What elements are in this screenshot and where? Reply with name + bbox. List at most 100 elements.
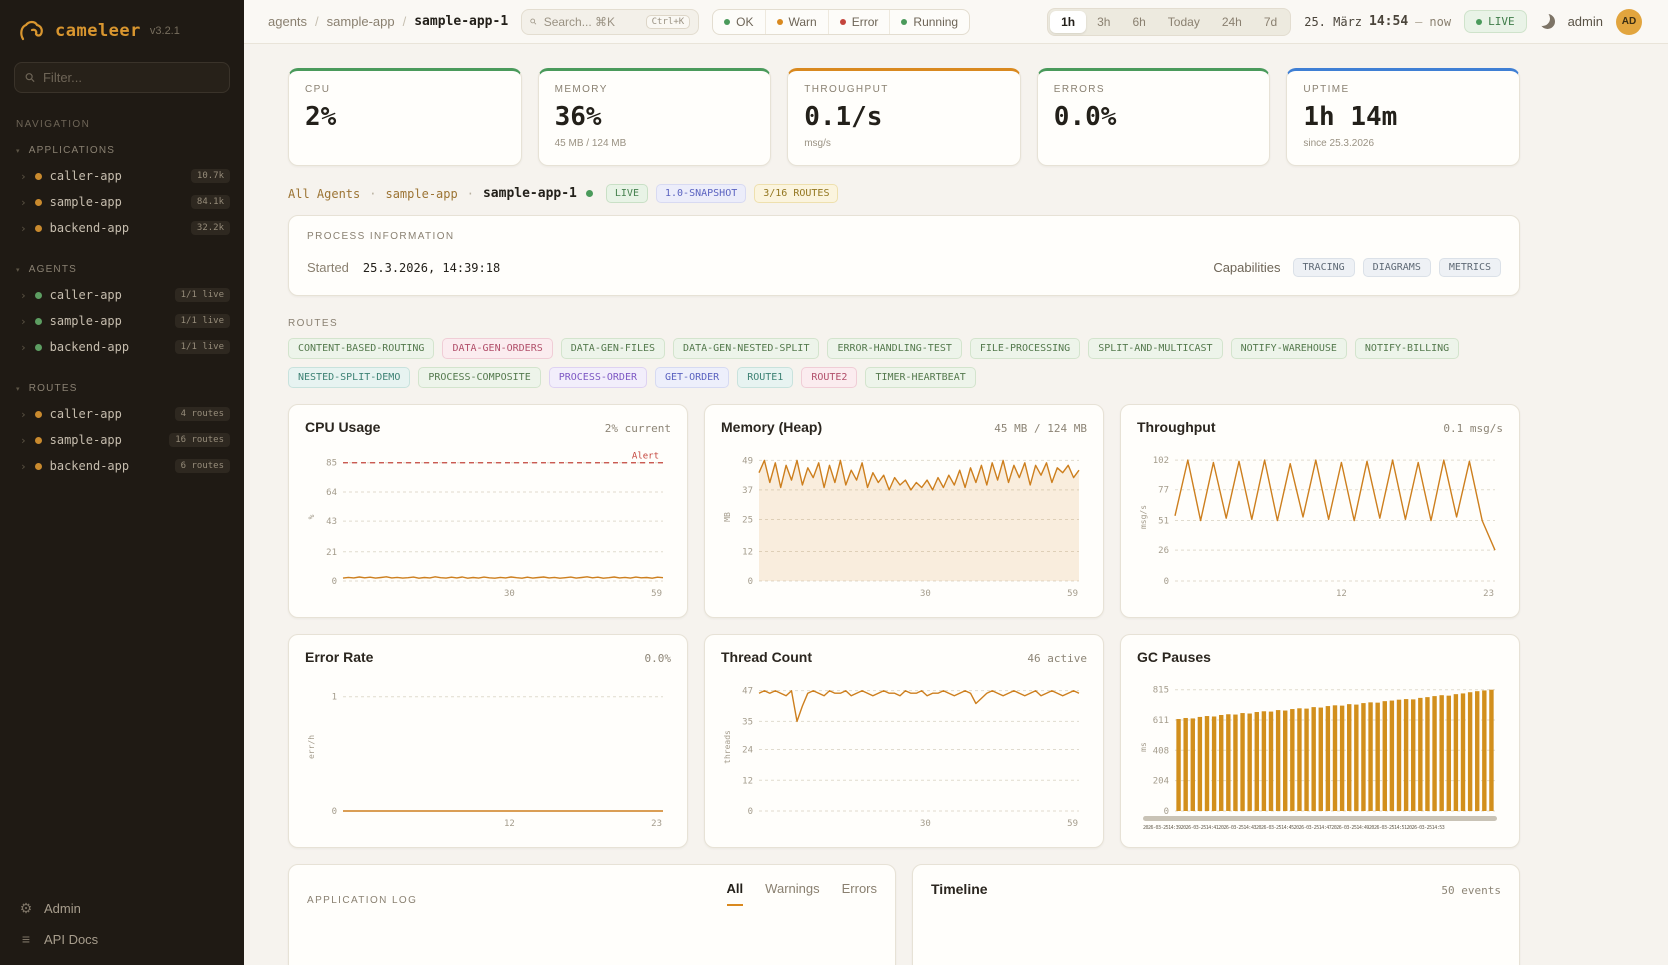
sidebar-item-applications-backend-app[interactable]: ›backend-app32.2k — [0, 215, 244, 241]
nav-group-header-applications[interactable]: ▾APPLICATIONS — [0, 142, 244, 163]
route-chip-split-and-multicast[interactable]: SPLIT-AND-MULTICAST — [1088, 338, 1222, 359]
stat-value: 0.1/s — [804, 102, 1004, 132]
route-chip-get-order[interactable]: GET-ORDER — [655, 367, 729, 388]
svg-text:24: 24 — [742, 746, 753, 756]
log-tab-errors[interactable]: Errors — [842, 881, 877, 906]
sidebar-item-badge: 16 routes — [169, 433, 230, 447]
breadcrumb: agents / sample-app / sample-app-1 — [268, 14, 508, 29]
sidebar-filter-input[interactable] — [43, 70, 219, 85]
sidebar-item-routes-sample-app[interactable]: ›sample-app16 routes — [0, 427, 244, 453]
sidebar-item-admin[interactable]: ⚙ Admin — [18, 900, 226, 917]
sidebar-item-badge: 1/1 live — [175, 340, 230, 354]
route-chip-data-gen-files[interactable]: DATA-GEN-FILES — [561, 338, 665, 359]
stat-sub: 45 MB / 124 MB — [555, 138, 755, 149]
chart-svg-threads: 012243547threads3059 — [721, 671, 1087, 831]
status-dot — [35, 173, 42, 180]
svg-text:12: 12 — [1336, 589, 1347, 599]
svg-text:47: 47 — [742, 687, 753, 697]
route-chip-nested-split-demo[interactable]: NESTED-SPLIT-DEMO — [288, 367, 410, 388]
context-separator: · — [369, 187, 376, 201]
status-dot — [777, 19, 783, 25]
status-filter-warn[interactable]: Warn — [766, 10, 829, 34]
nav-group-label: AGENTS — [29, 264, 77, 275]
status-filter-error[interactable]: Error — [829, 10, 891, 34]
status-filter-running[interactable]: Running — [890, 10, 969, 34]
sidebar-item-applications-sample-app[interactable]: ›sample-app84.1k — [0, 189, 244, 215]
chart-title: Throughput — [1137, 419, 1216, 435]
sidebar-item-label: sample-app — [50, 195, 122, 209]
breadcrumb-sample-app[interactable]: sample-app — [327, 14, 395, 29]
time-range-3h[interactable]: 3h — [1086, 11, 1121, 33]
topbar: agents / sample-app / sample-app-1 Ctrl+… — [244, 0, 1668, 44]
nav-group-header-routes[interactable]: ▾ROUTES — [0, 380, 244, 401]
stat-value: 2% — [305, 102, 505, 132]
stat-label: MEMORY — [555, 84, 755, 95]
svg-text:85: 85 — [326, 459, 337, 469]
time-range-24h[interactable]: 24h — [1211, 11, 1253, 33]
time-range-today[interactable]: Today — [1157, 11, 1211, 33]
live-toggle[interactable]: LIVE — [1464, 10, 1527, 33]
route-chip-process-composite[interactable]: PROCESS-COMPOSITE — [418, 367, 540, 388]
docs-icon: ≡ — [18, 931, 34, 947]
date-range-display[interactable]: 25. März 14:54 — now — [1304, 14, 1451, 29]
status-dot — [840, 19, 846, 25]
time-range-1h[interactable]: 1h — [1050, 11, 1086, 33]
capability-chip-metrics: METRICS — [1439, 258, 1501, 277]
svg-text:23: 23 — [651, 819, 662, 829]
live-dot — [1476, 19, 1482, 25]
sidebar-item-label: caller-app — [50, 169, 122, 183]
log-tab-warnings[interactable]: Warnings — [765, 881, 819, 906]
time-range-6h[interactable]: 6h — [1121, 11, 1156, 33]
route-chip-process-order[interactable]: PROCESS-ORDER — [549, 367, 647, 388]
route-chip-data-gen-nested-split[interactable]: DATA-GEN-NESTED-SPLIT — [673, 338, 819, 359]
context-link-all-agents[interactable]: All Agents — [288, 187, 360, 201]
live-label: LIVE — [1488, 15, 1515, 28]
avatar[interactable]: AD — [1616, 9, 1642, 35]
stat-sub: since 25.3.2026 — [1303, 138, 1503, 149]
chart-plot: 012253749MB3059 — [721, 441, 1087, 601]
sidebar-item-applications-caller-app[interactable]: ›caller-app10.7k — [0, 163, 244, 189]
started-value: 25.3.2026, 14:39:18 — [363, 261, 500, 275]
search-input[interactable] — [544, 15, 639, 29]
sidebar-item-badge: 10.7k — [191, 169, 230, 183]
sidebar-item-routes-backend-app[interactable]: ›backend-app6 routes — [0, 453, 244, 479]
svg-text:102: 102 — [1153, 456, 1169, 466]
route-chip-timer-heartbeat[interactable]: TIMER-HEARTBEAT — [865, 367, 975, 388]
status-dot — [35, 411, 42, 418]
capability-chips: TRACINGDIAGRAMSMETRICS — [1293, 258, 1501, 277]
nav-group-label: ROUTES — [29, 383, 78, 394]
dark-mode-toggle-moon-icon[interactable] — [1540, 14, 1555, 29]
route-chip-error-handling-test[interactable]: ERROR-HANDLING-TEST — [827, 338, 961, 359]
context-link-sample-app[interactable]: sample-app — [385, 187, 457, 201]
sidebar-item-routes-caller-app[interactable]: ›caller-app4 routes — [0, 401, 244, 427]
route-chip-route2[interactable]: ROUTE2 — [801, 367, 857, 388]
route-chip-file-processing[interactable]: FILE-PROCESSING — [970, 338, 1080, 359]
sidebar-item-agents-caller-app[interactable]: ›caller-app1/1 live — [0, 282, 244, 308]
stat-value: 0.0% — [1054, 102, 1254, 132]
log-tab-all[interactable]: All — [727, 881, 744, 906]
chart-plot: 012243547threads3059 — [721, 671, 1087, 831]
chart-value-label: 0.0% — [645, 652, 672, 665]
chart-plot: 021436485%3059Alert — [305, 441, 671, 601]
breadcrumb-agents[interactable]: agents — [268, 14, 307, 29]
sidebar-item-api-docs[interactable]: ≡ API Docs — [18, 931, 226, 947]
sidebar-item-agents-backend-app[interactable]: ›backend-app1/1 live — [0, 334, 244, 360]
chevron-right-icon: › — [20, 197, 27, 208]
route-chip-notify-warehouse[interactable]: NOTIFY-WAREHOUSE — [1231, 338, 1347, 359]
chart-title: Error Rate — [305, 649, 373, 665]
sidebar-item-agents-sample-app[interactable]: ›sample-app1/1 live — [0, 308, 244, 334]
charts-grid: CPU Usage2% current021436485%3059AlertMe… — [288, 404, 1520, 848]
chart-header: Thread Count46 active — [721, 649, 1087, 665]
nav-group-header-agents[interactable]: ▾AGENTS — [0, 261, 244, 282]
route-chip-notify-billing[interactable]: NOTIFY-BILLING — [1355, 338, 1459, 359]
sidebar: cameleer v3.2.1 NAVIGATION ▾APPLICATIONS… — [0, 0, 244, 965]
route-chip-route1[interactable]: ROUTE1 — [737, 367, 793, 388]
route-chip-content-based-routing[interactable]: CONTENT-BASED-ROUTING — [288, 338, 434, 359]
app-version: v3.2.1 — [150, 25, 180, 37]
svg-text:64: 64 — [326, 488, 337, 498]
status-filter-ok[interactable]: OK — [713, 10, 765, 34]
time-range-7d[interactable]: 7d — [1253, 11, 1288, 33]
route-chip-data-gen-orders[interactable]: DATA-GEN-ORDERS — [442, 338, 552, 359]
logo: cameleer v3.2.1 — [0, 14, 244, 62]
chart-header: GC Pauses — [1137, 649, 1503, 665]
